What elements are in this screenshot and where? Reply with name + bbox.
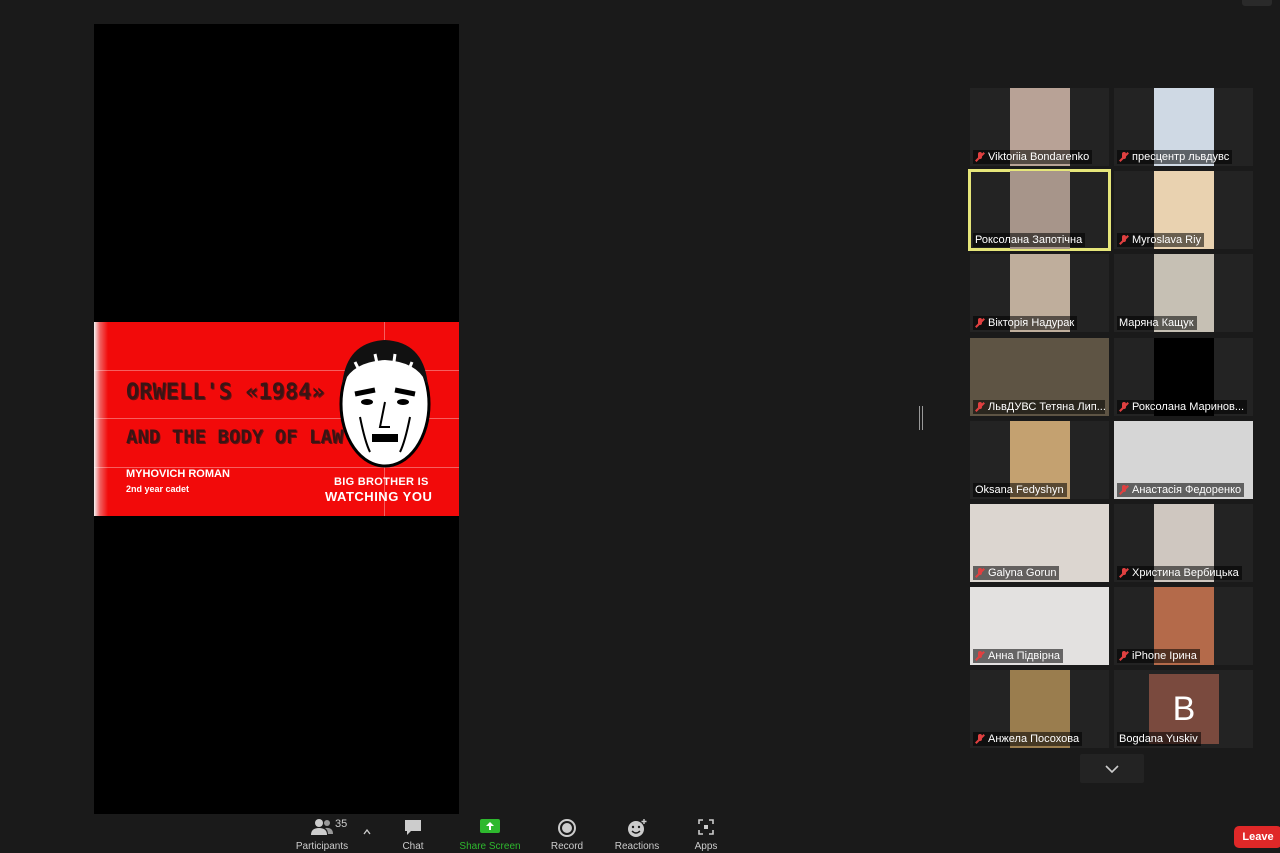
participant-name: Маряна Кащук	[1119, 317, 1194, 330]
mic-muted-icon	[1119, 484, 1129, 495]
participant-name: Galyna Gorun	[988, 567, 1057, 579]
participant-name: Анжела Посохова	[988, 733, 1080, 746]
participant-name: Oksana Fedyshyn	[975, 483, 1064, 496]
participant-tile[interactable]: Анна Підвірна	[970, 587, 1109, 666]
participants-label: Participants	[295, 841, 349, 852]
participant-tile[interactable]: ЛьвДУВС Тетяна Лип...	[970, 337, 1109, 416]
participant-tile[interactable]: Роксолана Маринов...	[1114, 337, 1253, 416]
participant-name-tag: Oksana Fedyshyn	[973, 482, 1067, 497]
participant-tile[interactable]: Христина Вербицька	[1114, 504, 1253, 582]
mic-muted-icon	[975, 152, 985, 162]
participant-name-tag: пресцентр львдувс	[1117, 150, 1233, 164]
presentation-slide: ORWELL'S «1984» AND THE BODY OF LAW MYHO…	[94, 322, 459, 516]
shared-screen: ORWELL'S «1984» AND THE BODY OF LAW MYHO…	[94, 24, 459, 814]
participant-name: Христина Вербицька	[1132, 567, 1239, 579]
slide-year: 2nd year cadet	[126, 484, 190, 494]
participant-name-tag: Viktoriia Bondarenko	[973, 150, 1093, 164]
slide-slogan-line1: BIG BROTHER IS	[334, 476, 429, 488]
participant-name: Myroslava Riy	[1132, 234, 1202, 247]
apps-button[interactable]: Apps	[690, 818, 722, 852]
participant-tile[interactable]: Вікторія Надурак	[970, 254, 1109, 333]
participant-name: пресцентр львдувс	[1132, 151, 1230, 163]
participant-name-tag: ЛьвДУВС Тетяна Лип...	[973, 399, 1105, 414]
participant-tile[interactable]: Viktoriia Bondarenko	[970, 88, 1109, 166]
big-brother-portrait-icon	[339, 340, 431, 468]
participant-name: ЛьвДУВС Тетяна Лип...	[988, 400, 1105, 413]
participants-icon	[311, 819, 333, 835]
mic-muted-icon	[975, 318, 985, 328]
participant-name: Роксолана Маринов...	[1132, 400, 1245, 413]
mic-muted-icon	[1119, 235, 1129, 245]
participant-name-tag: Galyna Gorun	[973, 566, 1060, 580]
participant-name: iPhone Ірина	[1132, 650, 1197, 663]
chat-button[interactable]: Chat	[396, 818, 430, 852]
participant-tile[interactable]: iPhone Ірина	[1114, 587, 1253, 666]
participants-button[interactable]: 35 Participants	[294, 818, 350, 852]
slide-subtitle: AND THE BODY OF LAW	[126, 426, 344, 448]
participant-tile[interactable]: Маряна Кащук	[1114, 254, 1253, 333]
participant-name-tag: Роксолана Маринов...	[1117, 399, 1248, 414]
participant-tile[interactable]: B Bogdana Yuskiv	[1114, 670, 1253, 749]
participant-name: Viktoriia Bondarenko	[988, 151, 1090, 163]
participant-name-tag: Анастасія Федоренко	[1117, 482, 1245, 497]
record-button[interactable]: Record	[548, 818, 586, 852]
mic-muted-icon	[975, 568, 985, 578]
participant-tile[interactable]: Роксолана Запотічна	[968, 169, 1111, 252]
record-label: Record	[550, 841, 584, 852]
participant-name: Роксолана Запотічна	[975, 234, 1083, 247]
gallery-next-page-button[interactable]	[1080, 754, 1144, 783]
share-screen-button[interactable]: Share Screen	[458, 818, 522, 852]
chevron-down-icon	[1105, 764, 1119, 773]
slide-author: MYHOVICH ROMAN	[126, 468, 230, 480]
panel-resize-handle[interactable]	[919, 406, 923, 430]
leave-meeting-button[interactable]: Leave	[1234, 826, 1280, 848]
zoom-meeting-window: ORWELL'S «1984» AND THE BODY OF LAW MYHO…	[0, 0, 1280, 853]
share-screen-label: Share Screen	[459, 841, 521, 852]
participant-name: Анастасія Федоренко	[1132, 483, 1242, 496]
participant-name-tag: Анна Підвірна	[973, 649, 1064, 664]
participant-name-tag: Bogdana Yuskiv	[1117, 732, 1201, 747]
chat-icon	[405, 820, 421, 835]
participant-tile[interactable]: Oksana Fedyshyn	[970, 420, 1109, 499]
view-options-button[interactable]	[1242, 0, 1272, 6]
mic-muted-icon	[1119, 401, 1129, 412]
slide-slogan-line2: WATCHING YOU	[325, 489, 433, 504]
participant-tile[interactable]: Анастасія Федоренко	[1114, 420, 1253, 499]
participant-tile[interactable]: Myroslava Riy	[1114, 171, 1253, 250]
mic-muted-icon	[1119, 152, 1129, 162]
participant-tile[interactable]: пресцентр львдувс	[1114, 88, 1253, 166]
slide-title: ORWELL'S «1984»	[126, 380, 325, 405]
mic-muted-icon	[975, 651, 985, 661]
participant-name-tag: Роксолана Запотічна	[973, 233, 1086, 248]
mic-muted-icon	[1119, 568, 1129, 578]
apps-label: Apps	[694, 841, 718, 852]
participant-name-tag: Христина Вербицька	[1117, 566, 1242, 580]
reactions-icon	[628, 819, 647, 837]
participant-tile[interactable]: Анжела Посохова	[970, 670, 1109, 749]
apps-icon	[698, 819, 714, 835]
mic-muted-icon	[1119, 651, 1129, 661]
participant-name-tag: Анжела Посохова	[973, 732, 1083, 747]
participant-name: Вікторія Надурак	[988, 317, 1075, 330]
participant-tile[interactable]: Galyna Gorun	[970, 504, 1109, 582]
mic-muted-icon	[975, 734, 985, 744]
mic-muted-icon	[975, 401, 985, 412]
participant-name-tag: Myroslava Riy	[1117, 233, 1205, 248]
participant-name-tag: Маряна Кащук	[1117, 316, 1197, 331]
participant-name: Анна Підвірна	[988, 650, 1061, 663]
chat-label: Chat	[402, 841, 424, 852]
reactions-button[interactable]: Reactions	[612, 818, 662, 852]
participant-name-tag: iPhone Ірина	[1117, 649, 1200, 664]
participant-name-tag: Вікторія Надурак	[973, 316, 1078, 331]
share-screen-icon	[480, 819, 500, 833]
participants-options-button[interactable]	[363, 822, 371, 840]
chevron-up-icon	[363, 828, 371, 835]
reactions-label: Reactions	[614, 841, 660, 852]
record-icon	[558, 819, 576, 837]
participant-name: Bogdana Yuskiv	[1119, 733, 1198, 746]
participants-count: 35	[335, 818, 348, 830]
